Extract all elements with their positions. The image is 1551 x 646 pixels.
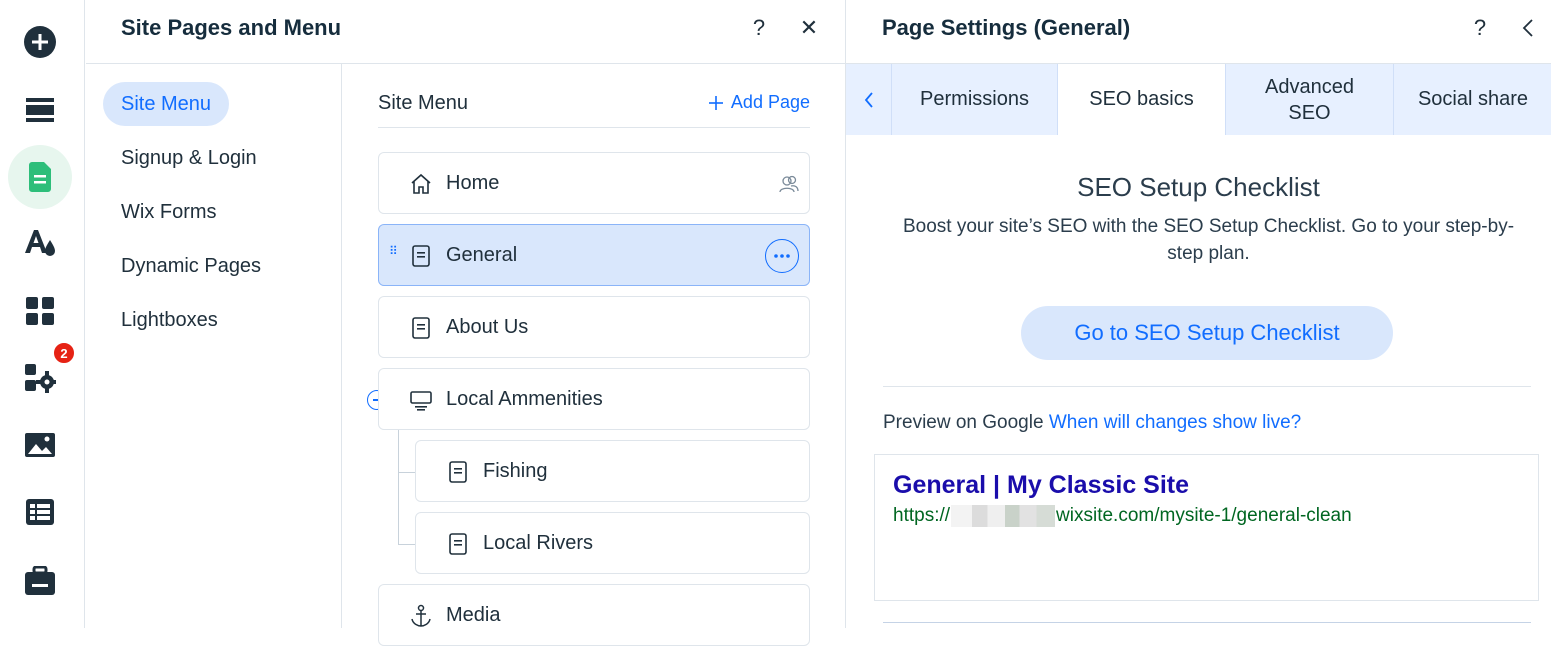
add-elements-button[interactable] [8, 10, 72, 74]
panel-title: Site Pages and Menu [121, 15, 342, 40]
help-button[interactable]: ? [745, 12, 773, 44]
page-label: Media [446, 604, 501, 626]
settings-tabs: Permissions SEO basics Advanced SEO Soci… [846, 64, 1551, 135]
pages-panel-header: Site Pages and Menu ? ✕ [86, 0, 845, 64]
page-categories: Site Menu Signup & Login Wix Forms Dynam… [86, 64, 342, 628]
page-settings-panel: Page Settings (General) ? Permissions SE… [845, 0, 1551, 628]
settings-help-button[interactable]: ? [1466, 12, 1494, 44]
google-result-title: General | My Classic Site [893, 471, 1190, 499]
collapse-panel-button[interactable] [1514, 12, 1542, 44]
tab-advanced-seo[interactable]: Advanced SEO [1226, 64, 1394, 135]
members-icon [779, 174, 799, 199]
settings-title: Page Settings (General) [882, 15, 1131, 40]
design-icon [25, 230, 55, 256]
notification-badge: 2 [52, 341, 76, 365]
checklist-description: Boost your site’s SEO with the SEO Setup… [902, 216, 1515, 264]
more-icon [774, 254, 790, 258]
tree-connector [398, 544, 415, 545]
pages-menu-button[interactable] [8, 145, 72, 209]
anchor-icon [409, 603, 433, 629]
page-label: Local Ammenities [446, 388, 603, 410]
page-label: Local Rivers [483, 532, 594, 554]
apps-icon [26, 297, 54, 325]
page-label: Home [446, 172, 500, 194]
page-item-local-ammenities[interactable]: Local Ammenities [378, 368, 810, 430]
cms-icon [26, 499, 54, 525]
url-suffix: wixsite.com/mysite-1/general-clean [1056, 505, 1352, 526]
folder-icon [409, 387, 433, 413]
google-preview-box: General | My Classic Site https:// wixsi… [874, 454, 1539, 601]
chevron-left-icon [864, 91, 873, 108]
go-to-seo-checklist-button[interactable]: Go to SEO Setup Checklist [1021, 306, 1393, 360]
settings-panel-header: Page Settings (General) ? [846, 0, 1551, 64]
portfolio-button[interactable] [8, 549, 72, 613]
add-icon [24, 26, 56, 58]
business-apps-icon [25, 364, 56, 393]
page-label: About Us [446, 316, 529, 338]
tree-connector [398, 430, 399, 544]
chevron-left-icon [1522, 19, 1533, 37]
page-icon [409, 243, 433, 269]
add-page-button[interactable]: Add Page [708, 92, 810, 113]
close-icon: ✕ [799, 15, 819, 40]
page-label: Fishing [483, 460, 548, 482]
divider [378, 127, 810, 128]
cms-button[interactable] [8, 480, 72, 544]
page-label: General [446, 244, 518, 266]
media-icon [25, 433, 55, 457]
help-icon: ? [752, 15, 766, 40]
category-wix-forms[interactable]: Wix Forms [103, 190, 235, 234]
page-icon [409, 315, 433, 341]
home-icon [409, 171, 433, 197]
pages-icon [29, 162, 51, 192]
page-item-fishing[interactable]: Fishing [415, 440, 810, 502]
url-prefix: https:// [893, 505, 951, 526]
divider [883, 386, 1531, 387]
close-button[interactable]: ✕ [795, 12, 823, 44]
plus-icon [708, 95, 723, 110]
page-item-home[interactable]: Home [378, 152, 810, 214]
sections-button[interactable] [8, 78, 72, 142]
redacted-url-part [951, 505, 1056, 527]
google-result-url: https:// wixsite.com/mysite-1/general-cl… [893, 505, 1352, 527]
when-changes-live-link[interactable]: When will changes show live? [1049, 412, 1301, 433]
page-item-about-us[interactable]: About Us [378, 296, 810, 358]
add-apps-button[interactable] [8, 279, 72, 343]
tabs-scroll-left-button[interactable] [846, 64, 892, 135]
site-design-button[interactable] [8, 211, 72, 275]
page-item-local-rivers[interactable]: Local Rivers [415, 512, 810, 574]
category-site-menu[interactable]: Site Menu [103, 82, 230, 126]
tab-seo-basics[interactable]: SEO basics [1058, 64, 1226, 135]
page-icon [446, 531, 470, 557]
help-icon: ? [1473, 15, 1487, 40]
page-icon [446, 459, 470, 485]
media-button[interactable] [8, 413, 72, 477]
preview-label: Preview on Google [883, 412, 1044, 433]
drag-handle-icon[interactable]: ⠿ [389, 245, 399, 257]
portfolio-icon [25, 566, 55, 595]
category-signup-login[interactable]: Signup & Login [103, 136, 275, 180]
page-tree: Site Menu Add Page Home ⠿ General About … [342, 64, 845, 646]
add-page-label: Add Page [730, 92, 810, 112]
tree-connector [398, 472, 415, 473]
category-dynamic-pages[interactable]: Dynamic Pages [103, 244, 279, 288]
page-item-general[interactable]: ⠿ General [378, 224, 810, 286]
google-preview-label: Preview on Google When will changes show… [883, 412, 1301, 434]
tab-permissions[interactable]: Permissions [892, 64, 1058, 135]
checklist-title: SEO Setup Checklist [1077, 172, 1320, 202]
site-pages-panel: Site Pages and Menu ? ✕ Site Menu Signup… [86, 0, 845, 646]
divider [883, 622, 1531, 623]
sections-icon [26, 98, 54, 122]
page-item-media[interactable]: Media [378, 584, 810, 646]
category-lightboxes[interactable]: Lightboxes [103, 298, 236, 342]
tree-heading: Site Menu [378, 92, 469, 114]
more-actions-button[interactable] [765, 239, 799, 273]
left-tool-rail: 2 [0, 0, 85, 628]
tab-social-share[interactable]: Social share [1394, 64, 1551, 135]
